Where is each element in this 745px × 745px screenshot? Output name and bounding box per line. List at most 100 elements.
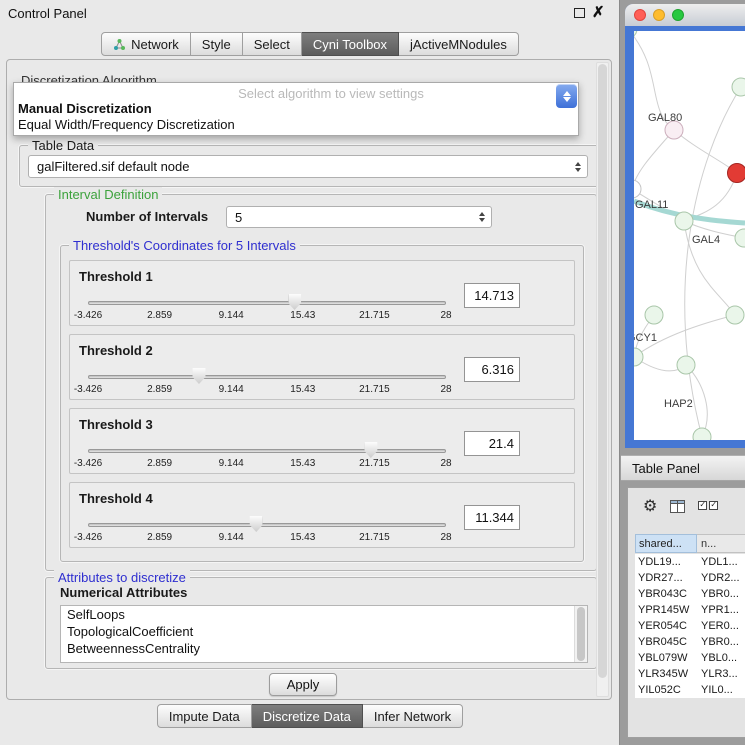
top-tab-bar: Network Style Select Cyni Toolbox jActiv… [0,32,620,56]
network-edges [634,31,744,437]
scrollbar-thumb[interactable] [598,64,607,678]
threshold-label: Threshold 1 [79,269,153,284]
threshold-panel-2: Threshold 2 -3.426 2.859 9.144 15.43 21.… [69,334,575,400]
cell-shared-name: YBR045C [635,636,697,648]
combobox-arrows-icon [575,159,581,175]
cell-name: YLR3... [697,668,738,680]
threshold-slider[interactable]: -3.426 2.859 9.144 15.43 21.715 28 [88,523,446,527]
close-icon[interactable]: ✗ [592,3,605,21]
threshold-slider[interactable]: -3.426 2.859 9.144 15.43 21.715 28 [88,375,446,379]
network-view-window: GAL80 GAL11 GAL4 GCY1 HAP2 [625,4,745,448]
scrollbar-thumb[interactable] [577,607,585,661]
slider-thumb[interactable] [250,516,263,532]
network-node[interactable] [645,306,663,324]
bottom-tab-bar: Impute Data Discretize Data Infer Networ… [0,704,620,728]
network-node[interactable] [693,428,711,440]
threshold-value-input[interactable] [464,283,520,308]
attributes-group: Attributes to discretize Numerical Attri… [45,577,597,669]
interval-definition-group: Interval Definition Number of Intervals … [45,194,597,571]
table-row[interactable]: YIL052CYIL0... [635,682,745,698]
tab-label: Cyni Toolbox [313,37,387,52]
scale-label: 2.859 [147,310,172,321]
threshold-value-input[interactable] [464,431,520,456]
table-row[interactable]: YDL19...YDL1... [635,554,745,570]
table-row[interactable]: YLR345WYLR3... [635,666,745,682]
tab-impute-data[interactable]: Impute Data [157,704,252,728]
cell-name: YDR2... [697,572,740,584]
table-row[interactable]: YPR145WYPR1... [635,602,745,618]
threshold-value-input[interactable] [464,505,520,530]
network-node-gal4[interactable] [675,212,693,230]
slider-track[interactable] [88,449,446,453]
node-label-gal80: GAL80 [648,112,682,124]
list-item[interactable]: TopologicalCoefficient [61,623,587,640]
scale-label: 9.144 [219,532,244,543]
show-columns-icon[interactable] [670,500,685,513]
panel-scrollbar[interactable] [596,62,609,697]
zoom-traffic-light-icon[interactable] [672,9,684,21]
scale-label: 21.715 [359,384,390,395]
list-scrollbar[interactable] [574,606,587,662]
column-header-shared-name[interactable]: shared... [635,534,697,553]
cell-shared-name: YLR345W [635,668,697,680]
threshold-label: Threshold 4 [79,491,153,506]
node-label-hap2: HAP2 [664,398,693,410]
tab-discretize-data[interactable]: Discretize Data [252,704,363,728]
tab-network[interactable]: Network [101,32,191,56]
combobox-stepper-button[interactable] [556,84,577,108]
table-data-combobox[interactable]: galFiltered.sif default node [28,155,588,178]
thresholds-group: Threshold's Coordinates for 5 Intervals … [60,245,584,562]
column-header-name[interactable]: n... [697,534,745,553]
table-data-title: Table Data [28,138,98,153]
table-row[interactable]: YER054CYER0... [635,618,745,634]
slider-track[interactable] [88,301,446,305]
tab-select[interactable]: Select [243,32,302,56]
slider-track[interactable] [88,375,446,379]
slider-thumb[interactable] [288,294,301,310]
threshold-label: Threshold 3 [79,417,153,432]
tab-cyni-toolbox[interactable]: Cyni Toolbox [302,32,399,56]
threshold-slider[interactable]: -3.426 2.859 9.144 15.43 21.715 28 [88,301,446,305]
tab-infer-network[interactable]: Infer Network [363,704,463,728]
numerical-attributes-label: Numerical Attributes [60,585,187,600]
tab-jactivemnodules[interactable]: jActiveMNodules [399,32,519,56]
network-node[interactable] [726,306,744,324]
interval-definition-title: Interval Definition [54,187,162,202]
network-node-gal11[interactable] [634,180,641,198]
table-row[interactable]: YBL079WYBL0... [635,650,745,666]
tab-style[interactable]: Style [191,32,243,56]
list-item[interactable]: BetweennessCentrality [61,640,587,657]
table-panel-title: Table Panel [632,461,700,476]
table-toolbar: ⚙ [628,488,745,524]
cell-shared-name: YBR043C [635,588,697,600]
slider-thumb[interactable] [192,368,205,384]
number-of-intervals-combobox[interactable]: 5 [226,206,492,228]
network-node-gcy1[interactable] [634,348,643,366]
list-item[interactable]: SelfLoops [61,606,587,623]
cell-name: YBL0... [697,652,737,664]
apply-button[interactable]: Apply [269,673,337,696]
scale-label: -3.426 [74,384,102,395]
tab-label: Style [202,37,231,52]
slider-track[interactable] [88,523,446,527]
network-node-red[interactable] [728,164,745,183]
network-node[interactable] [735,229,745,247]
algorithm-option-manual[interactable]: Manual Discretization [14,100,578,116]
close-traffic-light-icon[interactable] [634,9,646,21]
network-node[interactable] [732,78,745,96]
gear-icon[interactable]: ⚙ [643,498,657,514]
float-window-icon[interactable] [574,8,585,18]
slider-thumb[interactable] [364,442,377,458]
network-node-hap2[interactable] [677,356,695,374]
cell-name: YPR1... [697,604,739,616]
cell-shared-name: YDR27... [635,572,697,584]
select-all-icon[interactable] [698,497,718,515]
table-row[interactable]: YDR27...YDR2... [635,570,745,586]
threshold-value-input[interactable] [464,357,520,382]
table-row[interactable]: YBR045CYBR0... [635,634,745,650]
threshold-slider[interactable]: -3.426 2.859 9.144 15.43 21.715 28 [88,449,446,453]
minimize-traffic-light-icon[interactable] [653,9,665,21]
table-row[interactable]: YBR043CYBR0... [635,586,745,602]
network-canvas[interactable]: GAL80 GAL11 GAL4 GCY1 HAP2 [634,31,745,440]
algorithm-option-equal-width[interactable]: Equal Width/Frequency Discretization [14,116,578,132]
